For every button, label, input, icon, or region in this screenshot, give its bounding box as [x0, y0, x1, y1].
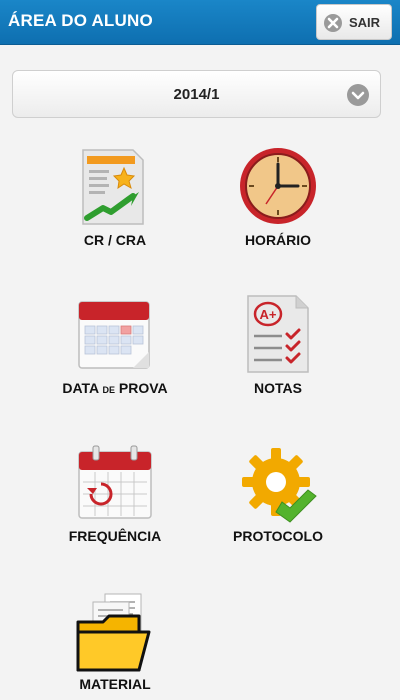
app-header: ÁREA DO ALUNO SAIR: [0, 0, 400, 45]
close-circle-icon: [324, 14, 342, 32]
semester-select[interactable]: 2014/1: [12, 70, 381, 118]
menu-item-notas[interactable]: A+ NOTAS: [208, 294, 348, 404]
menu-label-cr-cra: CR / CRA: [83, 232, 147, 248]
label-data: DATA: [62, 380, 99, 396]
clock-icon: [240, 148, 316, 224]
folder-documents-icon: [76, 593, 151, 672]
logout-label: SAIR: [349, 15, 381, 30]
menu-item-material[interactable]: MATERIAL: [45, 592, 185, 696]
menu-item-frequencia[interactable]: FREQUÊNCIA: [45, 444, 185, 550]
grade-sheet-icon: A+: [247, 295, 309, 373]
menu-label-notas: NOTAS: [254, 380, 302, 396]
calendar-refresh-icon: [78, 445, 152, 519]
menu-item-protocolo[interactable]: PROTOCOLO: [208, 444, 348, 550]
grade-badge: A+: [260, 307, 277, 322]
menu-item-data-prova[interactable]: DATA DE PROVA: [45, 294, 185, 404]
logout-button[interactable]: SAIR: [316, 4, 392, 40]
semester-value: 2014/1: [173, 86, 220, 103]
menu-label-protocolo: PROTOCOLO: [233, 528, 323, 544]
menu-item-cr-cra[interactable]: CR / CRA: [45, 146, 185, 256]
menu-label-material: MATERIAL: [79, 676, 151, 692]
gear-check-icon: [242, 448, 317, 523]
report-chart-icon: [82, 149, 144, 225]
calendar-icon: [78, 301, 150, 369]
page-title: ÁREA DO ALUNO: [8, 11, 153, 30]
menu-label-data-prova: DATA DE PROVA: [45, 380, 185, 396]
chevron-down-icon: [347, 84, 369, 106]
menu-label-frequencia: FREQUÊNCIA: [68, 528, 162, 544]
label-prova: PROVA: [118, 380, 168, 396]
label-de: DE: [102, 385, 116, 395]
menu-item-horario[interactable]: HORÁRIO: [208, 146, 348, 256]
menu-label-horario: HORÁRIO: [244, 232, 312, 248]
